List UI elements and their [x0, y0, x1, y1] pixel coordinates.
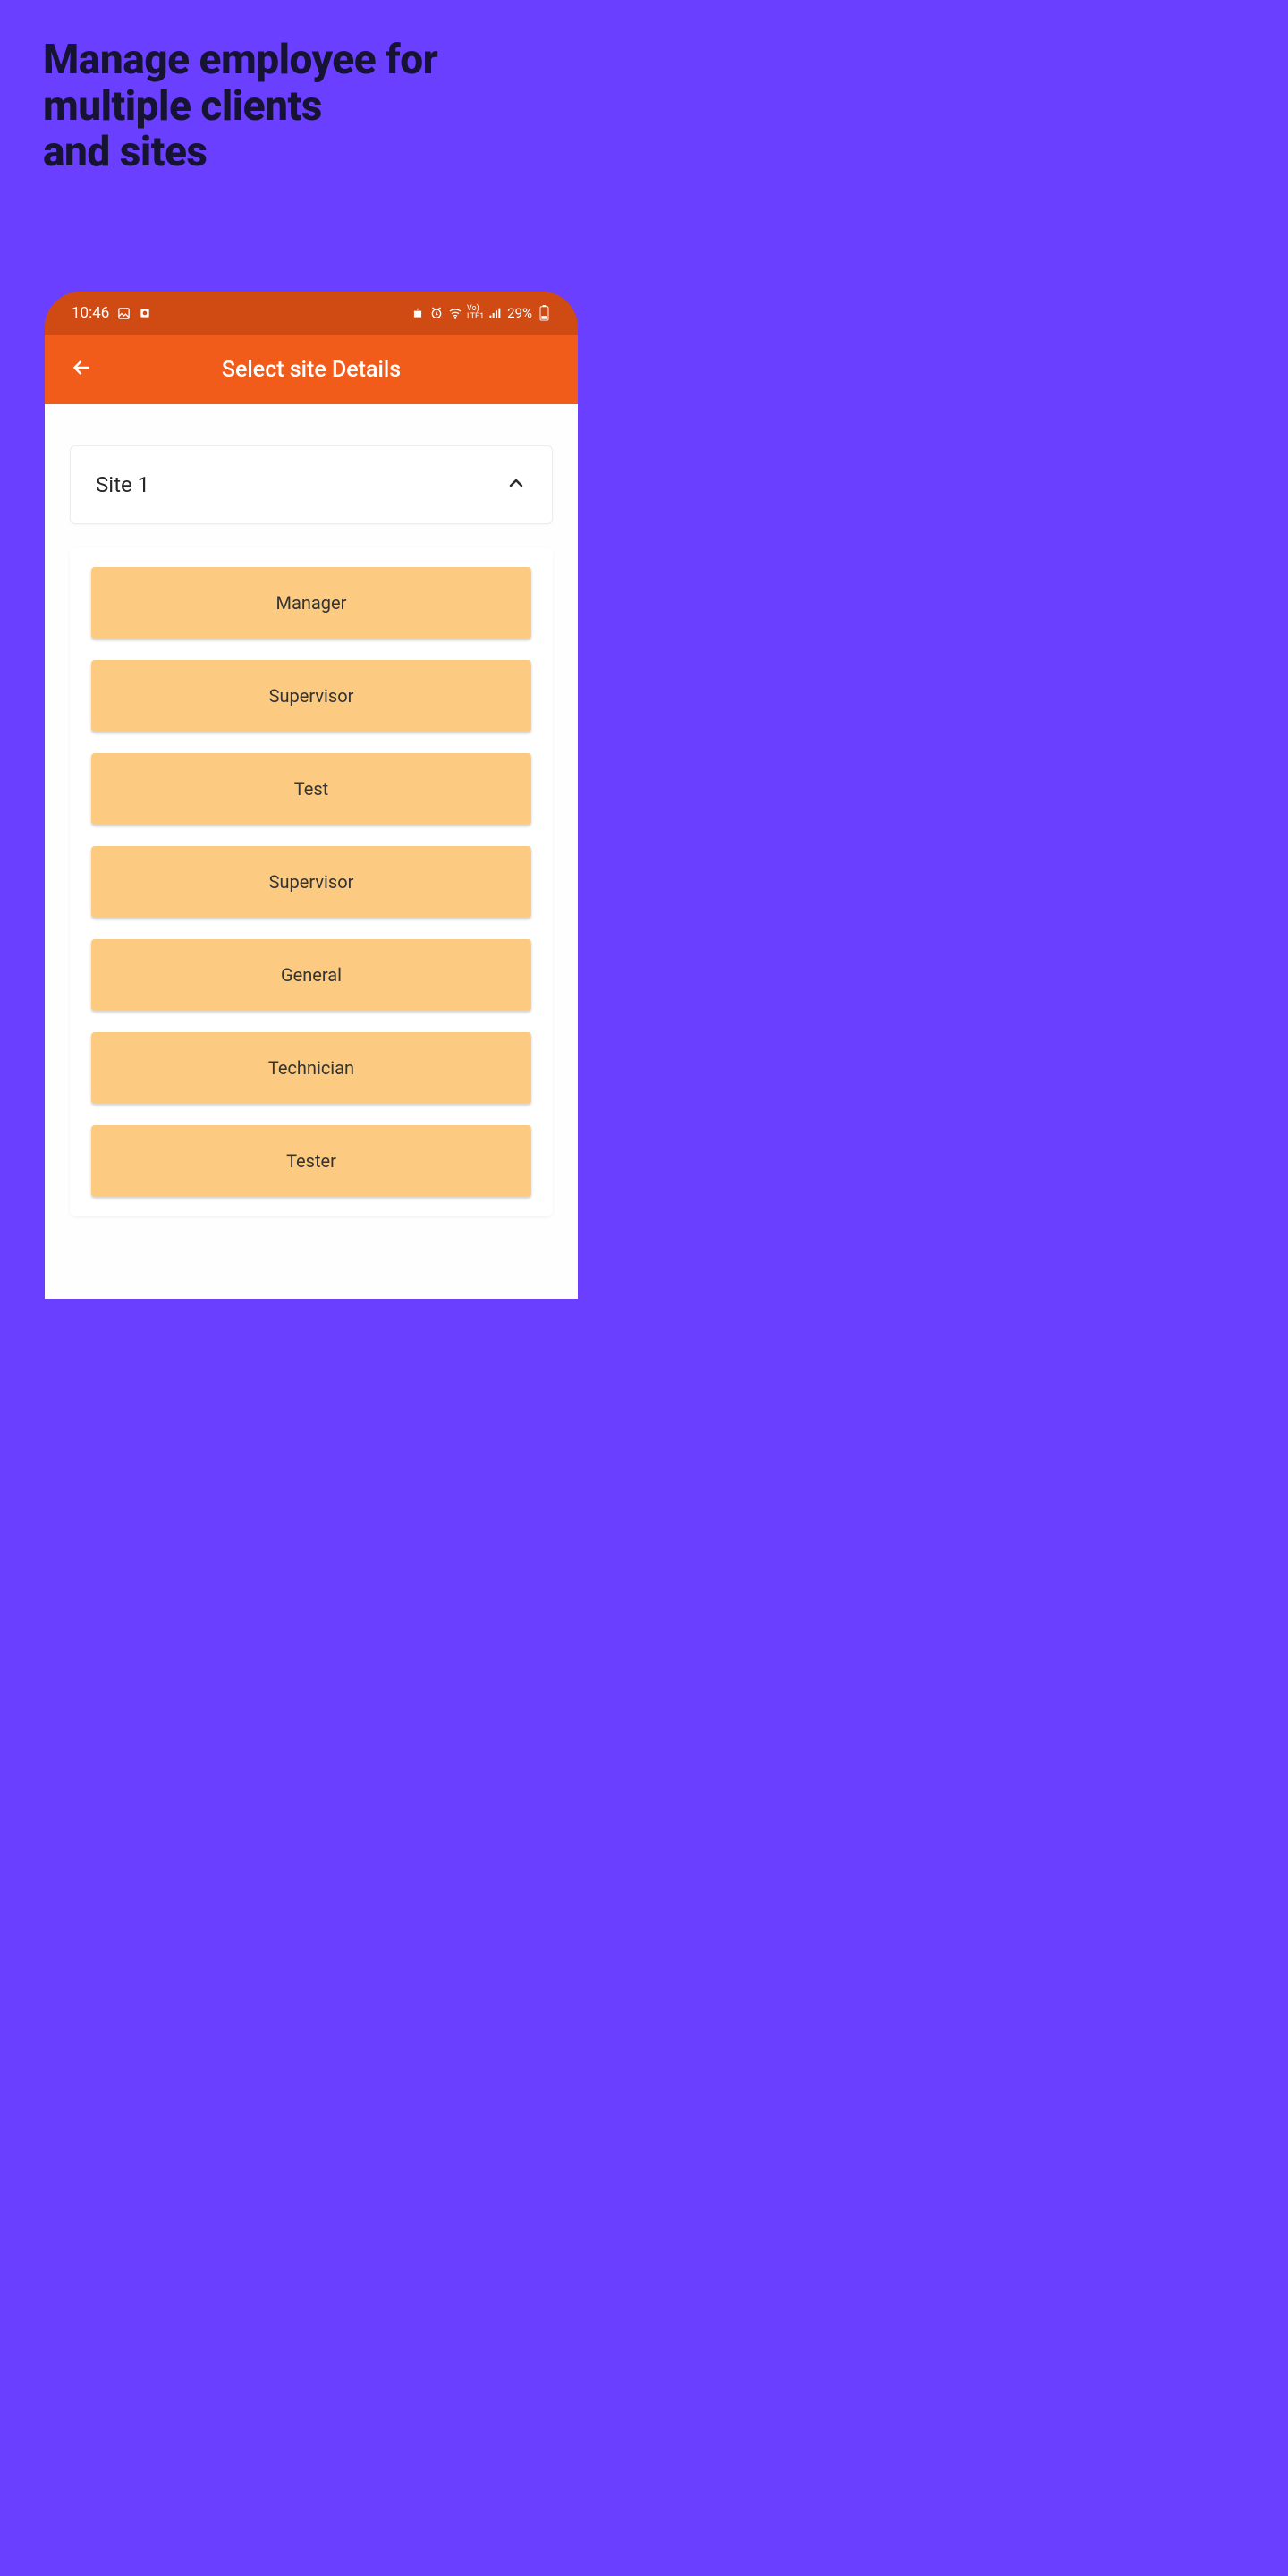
site-select-value: Site 1	[96, 472, 149, 497]
role-item[interactable]: General	[91, 939, 531, 1011]
update-icon	[411, 306, 425, 320]
site-select[interactable]: Site 1	[70, 445, 553, 524]
alarm-icon	[429, 306, 444, 320]
network-label: Vo)LTE1	[467, 305, 484, 321]
app-bar-title: Select site Details	[45, 357, 578, 383]
media-icon	[138, 306, 152, 320]
marketing-headline: Manage employee for multiple clients and…	[43, 38, 437, 176]
status-time: 10:46	[72, 304, 109, 322]
chevron-up-icon	[505, 472, 527, 497]
role-item[interactable]: Test	[91, 753, 531, 825]
roles-list: Manager Supervisor Test Supervisor Gener…	[70, 547, 553, 1216]
headline-line3: and sites	[43, 128, 208, 176]
phone-frame: 10:46 Vo)LTE1 29%	[45, 292, 578, 1299]
role-label: General	[281, 964, 342, 986]
role-item[interactable]: Technician	[91, 1032, 531, 1104]
headline-line1: Manage employee for	[43, 36, 437, 84]
role-label: Tester	[286, 1150, 336, 1172]
status-bar-right: Vo)LTE1 29%	[411, 305, 551, 321]
app-bar: Select site Details	[45, 335, 578, 404]
battery-percent: 29%	[507, 305, 532, 321]
role-label: Supervisor	[269, 871, 354, 893]
wifi-icon	[448, 306, 462, 320]
back-arrow-icon[interactable]	[70, 356, 93, 383]
role-item[interactable]: Manager	[91, 567, 531, 639]
role-label: Manager	[276, 592, 347, 614]
role-item[interactable]: Supervisor	[91, 660, 531, 732]
battery-icon	[537, 306, 551, 320]
role-label: Technician	[268, 1057, 354, 1079]
role-item[interactable]: Tester	[91, 1125, 531, 1197]
signal-icon	[488, 306, 503, 320]
role-label: Supervisor	[269, 685, 354, 707]
role-label: Test	[294, 778, 328, 800]
status-bar-left: 10:46	[72, 304, 152, 322]
screen-body: Site 1 Manager Supervisor Test Superviso…	[45, 404, 578, 1299]
status-bar: 10:46 Vo)LTE1 29%	[45, 292, 578, 335]
headline-line2: multiple clients	[43, 82, 322, 131]
role-item[interactable]: Supervisor	[91, 846, 531, 918]
image-icon	[116, 306, 131, 320]
